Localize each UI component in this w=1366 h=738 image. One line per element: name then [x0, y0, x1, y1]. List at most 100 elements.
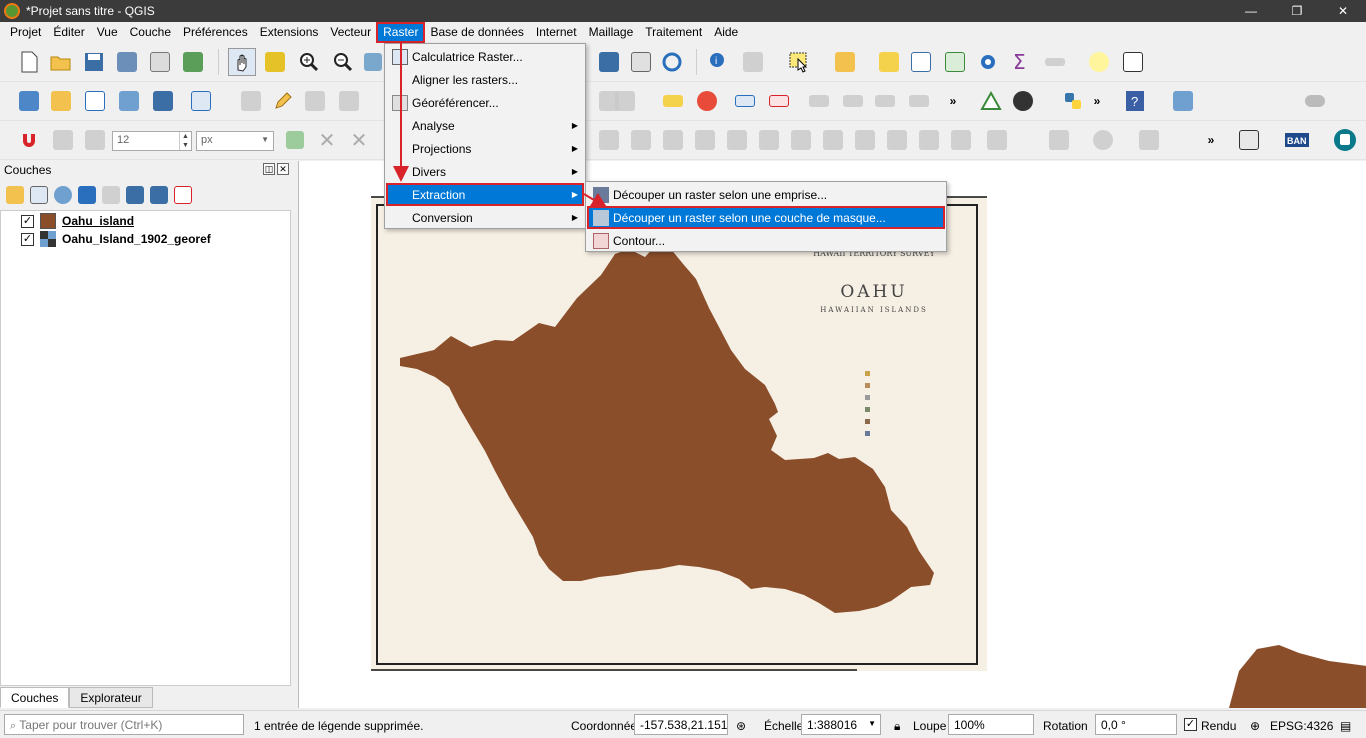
- more-plugins-button[interactable]: »: [1084, 88, 1110, 114]
- style-manager-button[interactable]: [180, 49, 206, 75]
- new-project-button[interactable]: [16, 49, 42, 75]
- move-label-button[interactable]: [840, 88, 866, 114]
- reshape-button[interactable]: [596, 127, 622, 153]
- coordinate-toggle-icon[interactable]: ⊛: [736, 719, 746, 733]
- split-parts-button[interactable]: [692, 127, 718, 153]
- merge-attributes-button[interactable]: [756, 127, 782, 153]
- georeferencer-button[interactable]: [978, 88, 1004, 114]
- zoom-full-button[interactable]: [360, 49, 386, 75]
- regular-polygon-button[interactable]: [1136, 127, 1162, 153]
- add-ring-button[interactable]: [852, 127, 878, 153]
- run-action-button[interactable]: [740, 49, 766, 75]
- offset-curve-button[interactable]: [628, 127, 654, 153]
- label-unit-select[interactable]: px ▼: [196, 131, 274, 151]
- zoom-out-button[interactable]: [330, 49, 356, 75]
- zoom-in-button[interactable]: [296, 49, 322, 75]
- shape-digitize-button[interactable]: [1046, 127, 1072, 153]
- diagram-tool-button[interactable]: [694, 88, 720, 114]
- crs-button[interactable]: EPSG:4326: [1270, 719, 1333, 733]
- rotate-feature-button[interactable]: [984, 127, 1010, 153]
- float-panel-button[interactable]: ◫: [263, 163, 275, 175]
- close-panel-button[interactable]: ✕: [277, 163, 289, 175]
- rotate-point-button[interactable]: [788, 127, 814, 153]
- refresh-button[interactable]: [659, 49, 685, 75]
- menu-editer[interactable]: Éditer: [47, 23, 90, 42]
- transport-plugin-button[interactable]: [1332, 127, 1358, 153]
- collapse-all-icon[interactable]: [150, 186, 168, 204]
- 3d-view-button[interactable]: [1236, 127, 1262, 153]
- save-as-button[interactable]: [114, 49, 140, 75]
- fill-ring-button[interactable]: [916, 127, 942, 153]
- menu-projet[interactable]: Projet: [4, 23, 47, 42]
- add-raster-button[interactable]: [150, 88, 176, 114]
- label-font-size-field[interactable]: 12 ▲ ▼: [112, 131, 192, 151]
- delete-selected-button[interactable]: ✕: [314, 127, 340, 153]
- add-group-icon[interactable]: [30, 186, 48, 204]
- edit-pencil-button[interactable]: [238, 88, 264, 114]
- menu-item-contour[interactable]: Contour...: [587, 229, 945, 252]
- new-bookmark-button[interactable]: [596, 49, 622, 75]
- show-bookmarks-button[interactable]: [628, 49, 654, 75]
- close-button[interactable]: ✕: [1320, 0, 1366, 22]
- identify-features-button[interactable]: i: [706, 49, 732, 75]
- messages-icon[interactable]: ▤: [1340, 719, 1351, 733]
- menu-maillage[interactable]: Maillage: [583, 23, 640, 42]
- layer-row-oahu-island[interactable]: ✓ Oahu_island: [21, 212, 134, 230]
- menu-item-projections[interactable]: Projections ▶: [386, 137, 584, 160]
- gamepad-plugin-button[interactable]: [1302, 88, 1328, 114]
- circle-digitize-button[interactable]: [1090, 127, 1116, 153]
- menu-item-aligner[interactable]: Aligner les rasters...: [386, 68, 584, 91]
- menu-couche[interactable]: Couche: [124, 23, 177, 42]
- menu-extensions[interactable]: Extensions: [254, 23, 325, 42]
- menu-base-de-donnees[interactable]: Base de données: [424, 23, 529, 42]
- highlight-labels-button[interactable]: [766, 88, 792, 114]
- open-project-button[interactable]: [48, 49, 74, 75]
- filter-expression-icon[interactable]: [102, 186, 120, 204]
- expand-all-icon[interactable]: [126, 186, 144, 204]
- tab-explorateur[interactable]: Explorateur: [69, 687, 153, 708]
- menu-preferences[interactable]: Préférences: [177, 23, 254, 42]
- locator-search-input[interactable]: ⌕ Taper pour trouver (Ctrl+K): [4, 714, 244, 735]
- filter-icon[interactable]: [78, 186, 96, 204]
- save-edits-button[interactable]: [302, 88, 328, 114]
- coordinate-field[interactable]: -157.538,21.151: [634, 714, 728, 735]
- menu-item-divers[interactable]: Divers ▶: [386, 160, 584, 183]
- add-vector-button[interactable]: [82, 88, 108, 114]
- redo-button[interactable]: [612, 88, 638, 114]
- menu-internet[interactable]: Internet: [530, 23, 583, 42]
- rotation-stepper[interactable]: 0,0 °: [1095, 714, 1177, 735]
- more-labels-button[interactable]: »: [940, 88, 966, 114]
- menu-traitement[interactable]: Traitement: [639, 23, 708, 42]
- virtual-layer-button[interactable]: [188, 88, 214, 114]
- label-tool-button[interactable]: [660, 88, 686, 114]
- split-features-button[interactable]: [660, 127, 686, 153]
- menu-item-extraction[interactable]: Extraction ▶: [386, 183, 584, 206]
- measure-line-button[interactable]: [1042, 49, 1068, 75]
- select-by-expression-button[interactable]: [832, 49, 858, 75]
- new-geopackage-button[interactable]: [48, 88, 74, 114]
- measure-angle-button[interactable]: [282, 127, 308, 153]
- add-feature-button[interactable]: [336, 88, 362, 114]
- help-button[interactable]: ?: [1122, 88, 1148, 114]
- render-checkbox[interactable]: ✓: [1184, 718, 1197, 731]
- scale-select[interactable]: 1:388016 ▼: [801, 714, 881, 735]
- simplify-button[interactable]: [820, 127, 846, 153]
- eye-icon[interactable]: [54, 186, 72, 204]
- toolbox-button[interactable]: [975, 49, 1001, 75]
- toggle-editing-button[interactable]: [270, 88, 296, 114]
- menu-aide[interactable]: Aide: [708, 23, 744, 42]
- layer-visibility-checkbox[interactable]: ✓: [21, 214, 34, 228]
- vertex-tool-button[interactable]: [50, 127, 76, 153]
- menu-item-calculatrice[interactable]: Calculatrice Raster...: [386, 45, 584, 68]
- satellite-plugin-button[interactable]: [1170, 88, 1196, 114]
- menu-item-conversion[interactable]: Conversion ▶: [386, 206, 584, 229]
- minimize-button[interactable]: —: [1228, 0, 1274, 22]
- statistical-summary-button[interactable]: Σ: [1008, 49, 1034, 75]
- node-tool-button[interactable]: [82, 127, 108, 153]
- tab-couches[interactable]: Couches: [0, 687, 70, 708]
- magnifier-stepper[interactable]: 100%: [948, 714, 1034, 735]
- pan-to-selection-button[interactable]: [262, 49, 288, 75]
- maximize-button[interactable]: ❐: [1274, 0, 1320, 22]
- move-feature-button[interactable]: ✕: [346, 127, 372, 153]
- snapping-button[interactable]: [16, 127, 42, 153]
